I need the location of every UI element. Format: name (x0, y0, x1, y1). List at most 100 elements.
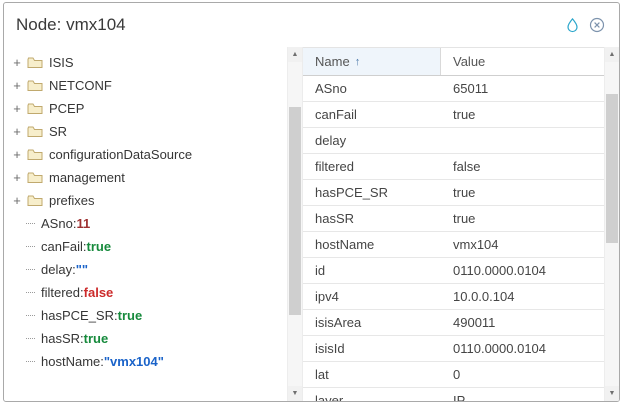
expand-plus-icon[interactable]: + (10, 55, 24, 70)
tree-folder-list: + ISIS + (10, 51, 286, 212)
dialog-titlebar: Node: vmx104 (4, 3, 619, 47)
property-grid-pane: Name ↑ Value ASno 65011 canFail true (302, 47, 619, 401)
tree-leaf[interactable]: canFail : true (10, 235, 286, 258)
tree-leaf-name: delay (41, 262, 72, 277)
scroll-down-button[interactable]: ▼ (288, 386, 302, 401)
expand-plus-icon[interactable]: + (10, 170, 24, 185)
tree-folder-label: SR (49, 124, 67, 139)
tree-leaf[interactable]: hostName : "vmx104" (10, 350, 286, 373)
node-dialog: Node: vmx104 + (3, 2, 620, 402)
table-row[interactable]: ASno 65011 (303, 76, 604, 102)
tree-leaf[interactable]: ASno : 11 (10, 212, 286, 235)
tree-folder-label: prefixes (49, 193, 95, 208)
tree-connector (26, 246, 35, 247)
tree-connector (26, 292, 35, 293)
down-arrow-icon: ▼ (292, 390, 299, 397)
expand-plus-icon[interactable]: + (10, 147, 24, 162)
tree-connector (26, 315, 35, 316)
property-name-cell: delay (303, 133, 441, 148)
table-row[interactable]: isisArea 490011 (303, 310, 604, 336)
tree-leaf-value: 11 (76, 216, 90, 231)
tree-scroll-track[interactable] (288, 62, 302, 386)
tree-leaf-name: canFail (41, 239, 83, 254)
table-row[interactable]: canFail true (303, 102, 604, 128)
property-value-cell: 0110.0000.0104 (441, 341, 604, 356)
table-row[interactable]: hasPCE_SR true (303, 180, 604, 206)
table-row[interactable]: hostName vmx104 (303, 232, 604, 258)
tree-folder[interactable]: + NETCONF (10, 74, 286, 97)
tree-leaf-list: ASno : 11 canFail : true delay : "" (10, 212, 286, 373)
tree-folder[interactable]: + PCEP (10, 97, 286, 120)
close-icon[interactable] (589, 17, 605, 33)
grid-scroll-thumb[interactable] (606, 94, 618, 243)
folder-icon (27, 56, 43, 69)
table-row[interactable]: lat 0 (303, 362, 604, 388)
tree-folder-label: NETCONF (49, 78, 112, 93)
column-header-value[interactable]: Value (441, 48, 604, 75)
property-value-cell: 490011 (441, 315, 604, 330)
tree-leaf-value: true (84, 331, 109, 346)
property-value-cell: 0110.0000.0104 (441, 263, 604, 278)
tree-leaf-name: filtered (41, 285, 80, 300)
scroll-up-button[interactable]: ▲ (288, 47, 302, 62)
tree-leaf[interactable]: delay : "" (10, 258, 286, 281)
property-name-cell: ipv4 (303, 289, 441, 304)
tree-folder[interactable]: + management (10, 166, 286, 189)
up-arrow-icon: ▲ (609, 51, 616, 58)
tree-folder-label: ISIS (49, 55, 74, 70)
tree-leaf-value: false (84, 285, 114, 300)
property-value-cell: true (441, 107, 604, 122)
scroll-up-button[interactable]: ▲ (605, 47, 619, 62)
tree-folder[interactable]: + ISIS (10, 51, 286, 74)
table-row[interactable]: isisId 0110.0000.0104 (303, 336, 604, 362)
tree-leaf-value: "vmx104" (104, 354, 164, 369)
tree-folder-label: management (49, 170, 125, 185)
tree-connector (26, 338, 35, 339)
expand-plus-icon[interactable]: + (10, 101, 24, 116)
tree-leaf[interactable]: hasSR : true (10, 327, 286, 350)
tree-folder-label: PCEP (49, 101, 84, 116)
name-header-label: Name (315, 54, 350, 69)
property-name-cell: layer (303, 393, 441, 401)
table-row[interactable]: hasSR true (303, 206, 604, 232)
table-row[interactable]: layer IP (303, 388, 604, 401)
column-header-name[interactable]: Name ↑ (303, 48, 441, 75)
droplet-icon[interactable] (565, 17, 580, 33)
grid-scrollbar[interactable]: ▲ ▼ (604, 47, 619, 401)
tree-leaf-name: hasSR (41, 331, 80, 346)
property-name-cell: hasSR (303, 211, 441, 226)
tree-leaf[interactable]: hasPCE_SR : true (10, 304, 286, 327)
table-row[interactable]: delay (303, 128, 604, 154)
tree-folder[interactable]: + SR (10, 120, 286, 143)
grid-scroll-track[interactable] (605, 62, 619, 386)
property-name-cell: isisId (303, 341, 441, 356)
up-arrow-icon: ▲ (292, 51, 299, 58)
expand-plus-icon[interactable]: + (10, 193, 24, 208)
tree-connector (26, 223, 35, 224)
tree-connector (26, 269, 35, 270)
property-value-cell: 0 (441, 367, 604, 382)
tree-leaf-value: "" (76, 262, 88, 277)
property-value-cell: IP (441, 393, 604, 401)
tree-scrollbar[interactable]: ▲ ▼ (287, 47, 302, 401)
tree-leaf[interactable]: filtered : false (10, 281, 286, 304)
property-name-cell: canFail (303, 107, 441, 122)
scroll-down-button[interactable]: ▼ (605, 386, 619, 401)
tree-folder-label: configurationDataSource (49, 147, 192, 162)
tree-folder[interactable]: + configurationDataSource (10, 143, 286, 166)
table-row[interactable]: filtered false (303, 154, 604, 180)
tree-folder[interactable]: + prefixes (10, 189, 286, 212)
tree-leaf-value: true (87, 239, 112, 254)
table-row[interactable]: ipv4 10.0.0.104 (303, 284, 604, 310)
property-value-cell: 10.0.0.104 (441, 289, 604, 304)
property-name-cell: filtered (303, 159, 441, 174)
table-row[interactable]: id 0110.0000.0104 (303, 258, 604, 284)
folder-icon (27, 79, 43, 92)
expand-plus-icon[interactable]: + (10, 124, 24, 139)
dialog-title: Node: vmx104 (16, 15, 126, 35)
tree-pane: + ISIS + (4, 47, 302, 401)
property-value-cell: true (441, 185, 604, 200)
tree-scroll-thumb[interactable] (289, 107, 301, 314)
folder-icon (27, 171, 43, 184)
expand-plus-icon[interactable]: + (10, 78, 24, 93)
